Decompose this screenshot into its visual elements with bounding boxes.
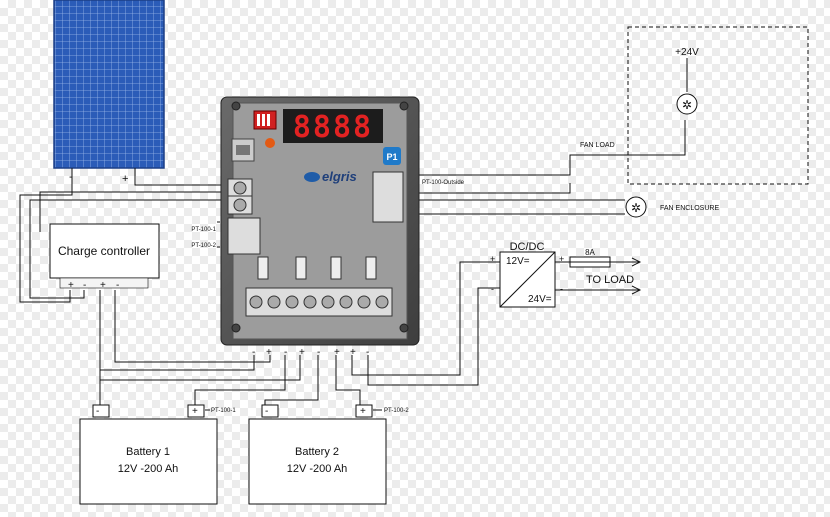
battery-1-sensor: PT-100-1 bbox=[211, 408, 236, 414]
svg-text:-: - bbox=[491, 284, 494, 294]
svg-text:-: - bbox=[96, 406, 99, 417]
battery-2: - + Battery 2 12V -200 Ah PT-100-2 bbox=[248, 404, 409, 505]
controller-panel: 8888 P1 elgris bbox=[220, 96, 420, 346]
pt100-1-input-label: PT-100-1 bbox=[191, 227, 216, 233]
charge-controller: Charge controller + - + - bbox=[49, 223, 160, 291]
svg-text:-: - bbox=[317, 347, 320, 358]
cc-terminal-4: - bbox=[116, 280, 119, 291]
battery-1: - + Battery 1 12V -200 Ah PT-100-1 bbox=[79, 404, 236, 505]
brand-logo-text: elgris bbox=[322, 169, 357, 184]
svg-text:+: + bbox=[350, 347, 356, 358]
svg-text:-: - bbox=[560, 284, 563, 294]
battery-2-sensor: PT-100-2 bbox=[384, 408, 409, 414]
svg-text:-: - bbox=[265, 406, 268, 417]
p1-badge: P1 bbox=[386, 152, 397, 162]
battery-1-spec: 12V -200 Ah bbox=[118, 463, 179, 475]
dcdc-title: DC/DC bbox=[510, 241, 545, 253]
cc-terminal-1: + bbox=[68, 280, 74, 291]
fan-enclosure-label: FAN ENCLOSURE bbox=[660, 205, 719, 212]
fuse: 8A bbox=[569, 248, 611, 268]
svg-text:+: + bbox=[360, 406, 366, 417]
svg-text:+: + bbox=[192, 406, 198, 417]
cc-terminal-2: - bbox=[83, 280, 86, 291]
solar-pos-terminal: + bbox=[122, 173, 128, 185]
controller-bottom-terminals: - + - + - + + - bbox=[252, 347, 369, 358]
wiring-diagram: - + Charge controller + - + - 8888 P1 el… bbox=[19, 0, 809, 505]
to-load-label: TO LOAD bbox=[586, 274, 634, 286]
fan-load-label: FAN LOAD bbox=[580, 142, 615, 149]
dcdc-converter: DC/DC 12V= 24V= + - + - bbox=[490, 241, 564, 308]
battery-2-name: Battery 2 bbox=[295, 446, 339, 458]
battery-2-spec: 12V -200 Ah bbox=[287, 463, 348, 475]
dcdc-output-label: 24V= bbox=[528, 294, 552, 305]
fan-voltage-label: +24V bbox=[675, 47, 699, 58]
pt100-2-input-label: PT-100-2 bbox=[191, 243, 216, 249]
svg-text:+: + bbox=[334, 347, 340, 358]
seven-segment-display: 8888 bbox=[293, 110, 373, 145]
fuse-label: 8A bbox=[585, 248, 595, 257]
fan-load-enclosure: +24V ✲ FAN LOAD bbox=[580, 26, 809, 185]
solar-panel: - + bbox=[53, 0, 165, 185]
charge-controller-label: Charge controller bbox=[58, 244, 150, 258]
svg-text:+: + bbox=[299, 347, 305, 358]
fan-load-icon: ✲ bbox=[682, 98, 692, 112]
svg-text:-: - bbox=[284, 347, 287, 358]
cc-terminal-3: + bbox=[100, 280, 106, 291]
dcdc-input-label: 12V= bbox=[506, 256, 530, 267]
svg-text:+: + bbox=[490, 254, 495, 264]
fan-enclosure-icon: ✲ bbox=[631, 201, 641, 215]
fan-enclosure: ✲ FAN ENCLOSURE bbox=[625, 196, 719, 218]
svg-text:-: - bbox=[252, 347, 255, 358]
battery-1-name: Battery 1 bbox=[126, 446, 170, 458]
svg-text:+: + bbox=[266, 347, 272, 358]
pt100-outside-label: PT-100-Outside bbox=[422, 180, 465, 186]
svg-text:+: + bbox=[559, 254, 564, 264]
svg-text:-: - bbox=[366, 347, 369, 358]
